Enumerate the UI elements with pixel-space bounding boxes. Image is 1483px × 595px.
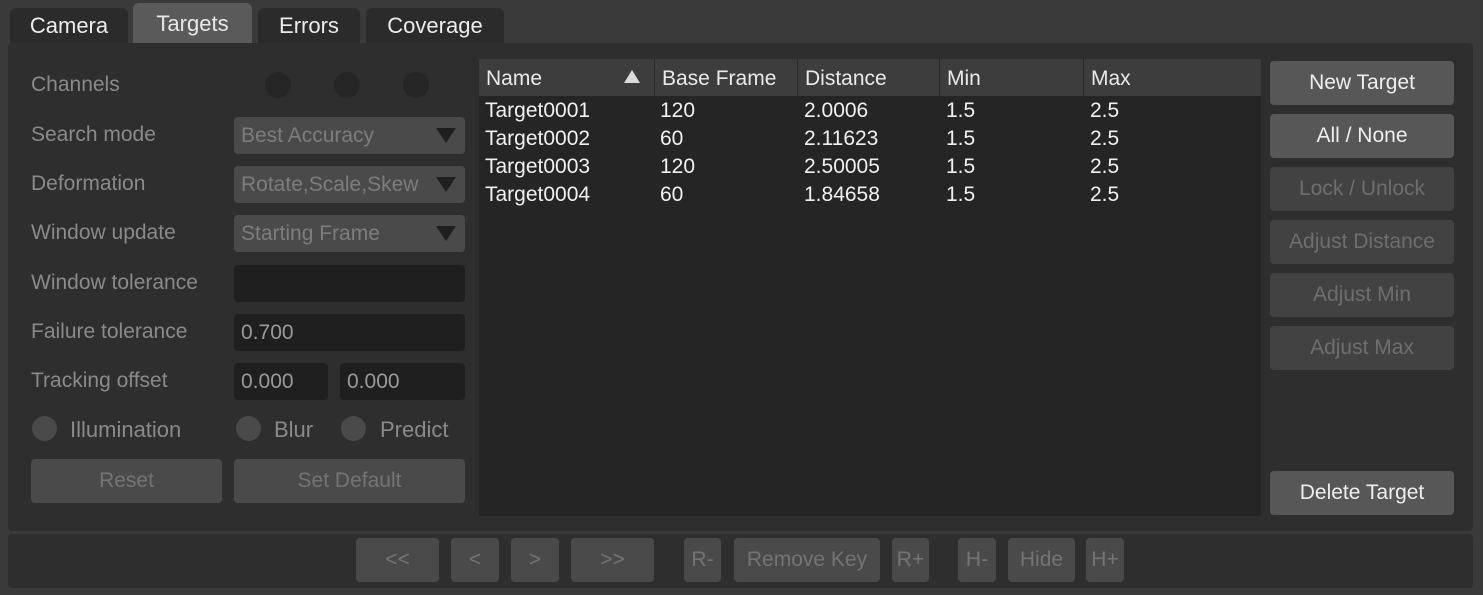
set-default-button[interactable]: Set Default: [234, 459, 465, 503]
adjust-distance-button[interactable]: Adjust Distance: [1270, 220, 1454, 264]
tracking-offset-label: Tracking offset: [31, 369, 168, 392]
illumination-label: Illumination: [70, 417, 182, 442]
table-row[interactable]: Target0003 120 2.50005 1.5 2.5: [479, 153, 1261, 181]
tracking-offset-y-field[interactable]: 0.000: [340, 363, 465, 400]
h-minus-button[interactable]: H-: [958, 538, 996, 582]
r-minus-button[interactable]: R-: [684, 538, 721, 582]
column-header-max[interactable]: Max: [1084, 59, 1261, 96]
channel-blue-toggle[interactable]: [403, 72, 429, 98]
channels-label: Channels: [31, 73, 120, 96]
tab-targets[interactable]: Targets: [133, 3, 252, 44]
blur-toggle[interactable]: [236, 416, 261, 441]
illumination-toggle[interactable]: [32, 416, 57, 441]
adjust-max-button[interactable]: Adjust Max: [1270, 326, 1454, 370]
cell-max: 2.5: [1090, 99, 1120, 122]
cell-name: Target0001: [485, 99, 591, 122]
column-header-name[interactable]: Name: [479, 59, 655, 96]
channel-red-toggle[interactable]: [265, 72, 291, 98]
tracking-offset-x-field[interactable]: 0.000: [234, 363, 328, 400]
cell-min: 1.5: [946, 127, 976, 150]
cell-max: 2.5: [1090, 183, 1120, 206]
deformation-dropdown[interactable]: Rotate,Scale,Skew: [234, 166, 465, 203]
search-mode-label: Search mode: [31, 123, 156, 146]
all-none-button[interactable]: All / None: [1270, 114, 1454, 158]
deformation-value: Rotate,Scale,Skew: [241, 172, 419, 196]
tab-coverage[interactable]: Coverage: [366, 8, 504, 44]
table-row[interactable]: Target0002 60 2.11623 1.5 2.5: [479, 125, 1261, 153]
chevron-down-icon: [436, 177, 456, 192]
cell-base-frame: 60: [660, 127, 684, 150]
hide-button[interactable]: Hide: [1008, 538, 1075, 582]
adjust-min-button[interactable]: Adjust Min: [1270, 273, 1454, 317]
chevron-down-icon: [436, 128, 456, 143]
prev-frame-button[interactable]: <: [451, 538, 499, 582]
cell-distance: 2.11623: [804, 127, 879, 150]
r-plus-button[interactable]: R+: [892, 538, 929, 582]
failure-tolerance-label: Failure tolerance: [31, 320, 188, 343]
sort-ascending-icon: [624, 70, 640, 83]
delete-target-button[interactable]: Delete Target: [1270, 471, 1454, 515]
cell-base-frame: 120: [660, 155, 696, 178]
last-frame-button[interactable]: >>: [571, 538, 654, 582]
cell-min: 1.5: [946, 155, 976, 178]
cell-distance: 1.84658: [804, 183, 880, 206]
window-tolerance-label: Window tolerance: [31, 271, 198, 294]
chevron-down-icon: [436, 226, 456, 241]
tab-camera[interactable]: Camera: [10, 8, 128, 44]
predict-toggle[interactable]: [341, 416, 366, 441]
cell-base-frame: 120: [660, 99, 696, 122]
window-update-dropdown[interactable]: Starting Frame: [234, 215, 465, 252]
column-header-distance[interactable]: Distance: [798, 59, 940, 96]
next-frame-button[interactable]: >: [511, 538, 559, 582]
cell-name: Target0002: [485, 127, 591, 150]
table-row[interactable]: Target0001 120 2.0006 1.5 2.5: [479, 97, 1261, 125]
predict-label: Predict: [380, 417, 449, 442]
remove-key-button[interactable]: Remove Key: [734, 538, 880, 582]
column-header-min[interactable]: Min: [940, 59, 1084, 96]
column-header-base-frame[interactable]: Base Frame: [655, 59, 798, 96]
cell-name: Target0004: [485, 183, 591, 206]
window-tolerance-field[interactable]: [234, 265, 465, 302]
failure-tolerance-field[interactable]: 0.700: [234, 314, 465, 351]
new-target-button[interactable]: New Target: [1270, 61, 1454, 105]
table-row[interactable]: Target0004 60 1.84658 1.5 2.5: [479, 181, 1261, 209]
channel-green-toggle[interactable]: [334, 72, 360, 98]
tab-errors[interactable]: Errors: [258, 8, 360, 44]
cell-max: 2.5: [1090, 155, 1120, 178]
cell-min: 1.5: [946, 183, 976, 206]
first-frame-button[interactable]: <<: [356, 538, 439, 582]
reset-button[interactable]: Reset: [31, 459, 222, 503]
window-update-value: Starting Frame: [241, 221, 380, 245]
search-mode-dropdown[interactable]: Best Accuracy: [234, 117, 465, 154]
cell-name: Target0003: [485, 155, 591, 178]
h-plus-button[interactable]: H+: [1086, 538, 1124, 582]
blur-label: Blur: [274, 417, 314, 442]
cell-min: 1.5: [946, 99, 976, 122]
window-update-label: Window update: [31, 221, 176, 244]
deformation-label: Deformation: [31, 172, 146, 195]
lock-unlock-button[interactable]: Lock / Unlock: [1270, 167, 1454, 211]
cell-max: 2.5: [1090, 127, 1120, 150]
cell-base-frame: 60: [660, 183, 684, 206]
cell-distance: 2.0006: [804, 99, 869, 122]
cell-distance: 2.50005: [804, 155, 880, 178]
column-header-name-label: Name: [486, 67, 543, 90]
search-mode-value: Best Accuracy: [241, 123, 375, 147]
